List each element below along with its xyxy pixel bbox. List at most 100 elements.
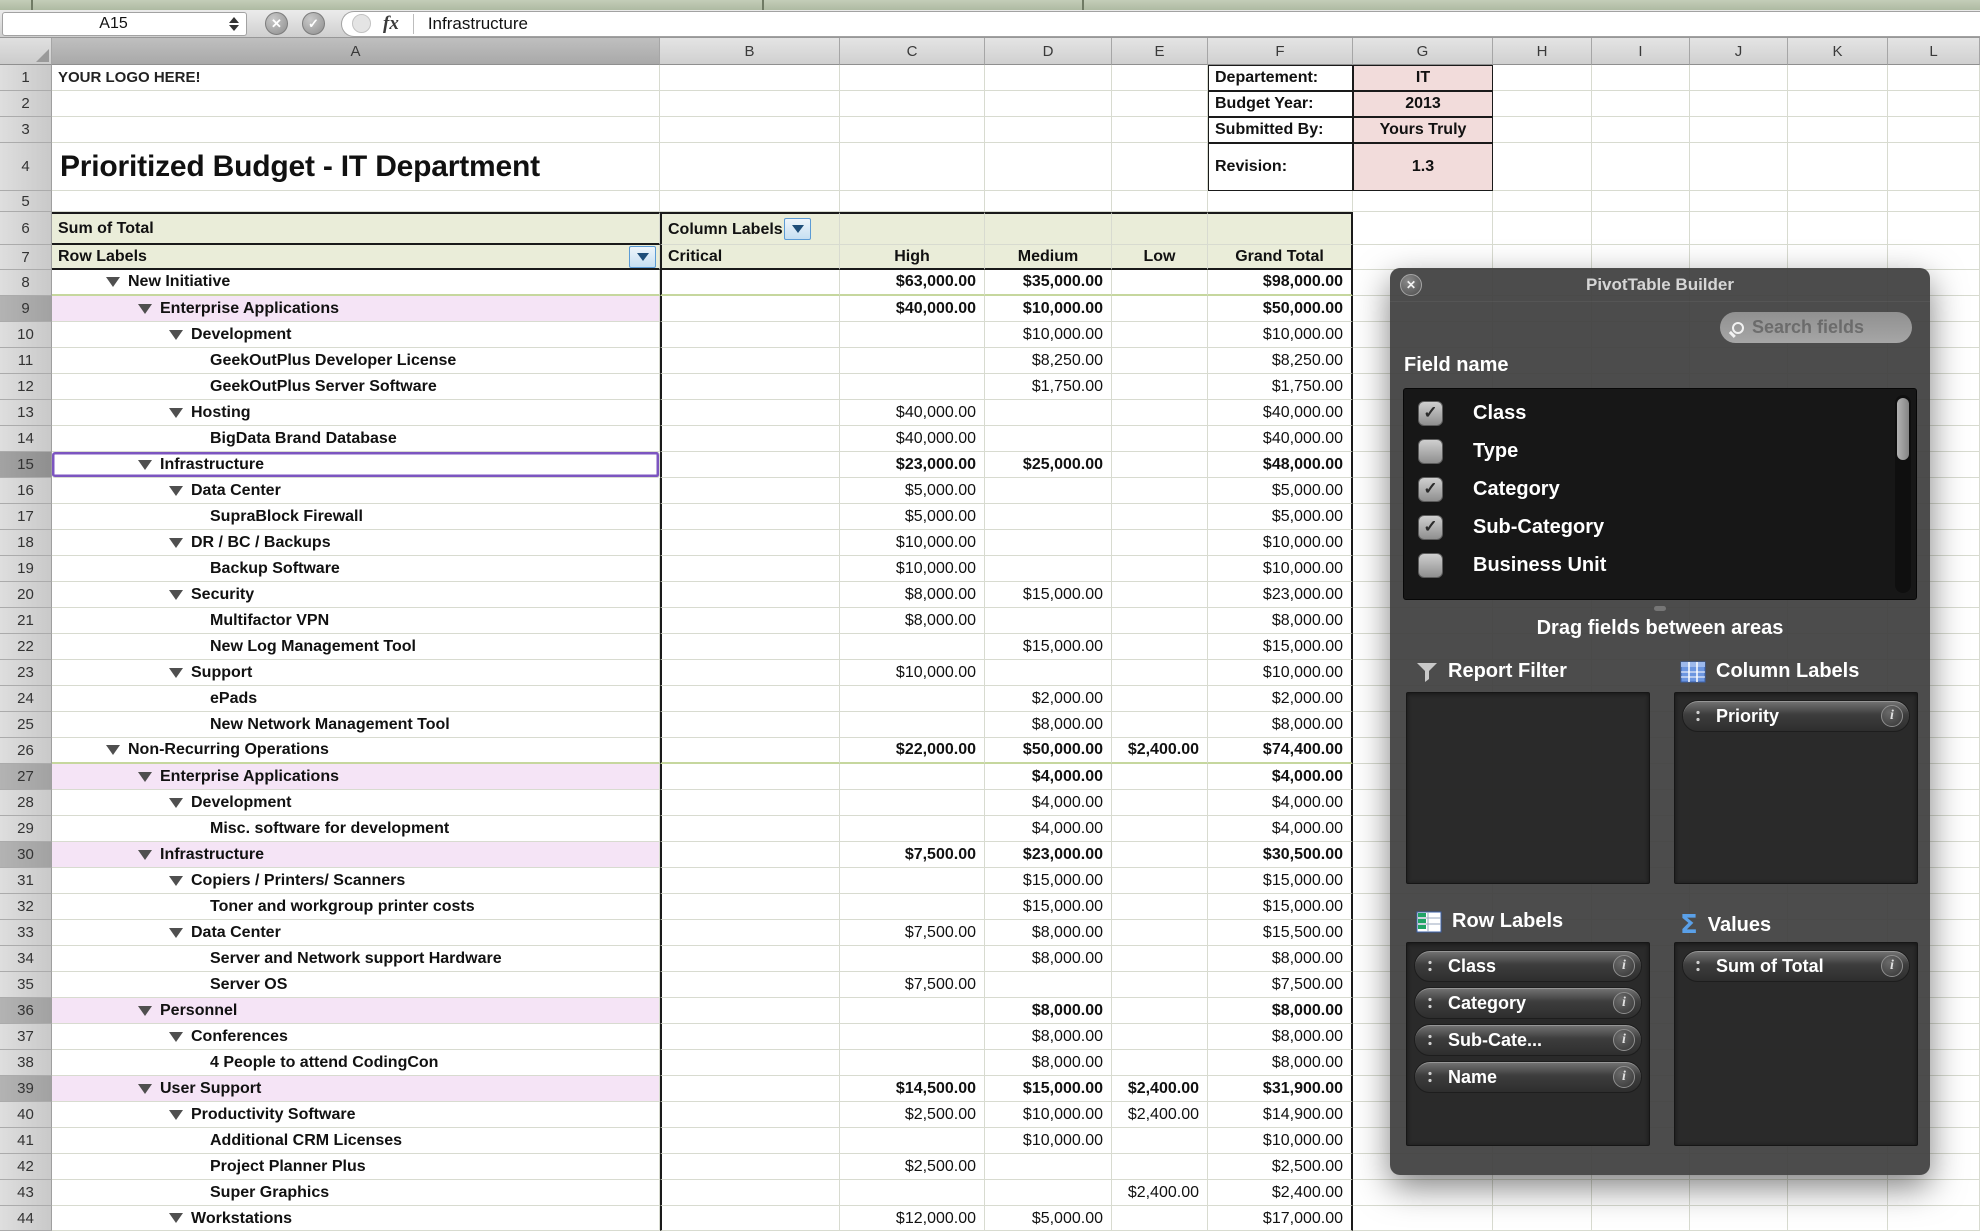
cell-L1[interactable] <box>1888 65 1980 91</box>
cell-B2[interactable] <box>660 91 840 117</box>
collapse-triangle-icon[interactable] <box>169 928 183 938</box>
value-total-30[interactable]: $30,500.00 <box>1208 842 1353 868</box>
value-low-40[interactable]: $2,400.00 <box>1112 1102 1208 1128</box>
row-header-30[interactable]: 30 <box>0 842 52 868</box>
cell-A42[interactable]: Project Planner Plus <box>52 1154 660 1180</box>
checkbox-checked-icon[interactable]: ✓ <box>1418 477 1443 502</box>
value-total-37[interactable]: $8,000.00 <box>1208 1024 1353 1050</box>
cell-A38[interactable]: 4 People to attend CodingCon <box>52 1050 660 1076</box>
value-low-20[interactable] <box>1112 582 1208 608</box>
value-low-25[interactable] <box>1112 712 1208 738</box>
info-icon[interactable]: i <box>1881 705 1903 727</box>
value-critical-19[interactable] <box>660 556 840 582</box>
value-medium-28[interactable]: $4,000.00 <box>985 790 1112 816</box>
pivot-col-header-high[interactable]: High <box>840 245 985 270</box>
value-high-17[interactable]: $5,000.00 <box>840 504 985 530</box>
value-critical-20[interactable] <box>660 582 840 608</box>
row-header-41[interactable]: 41 <box>0 1128 52 1154</box>
value-low-14[interactable] <box>1112 426 1208 452</box>
collapse-triangle-icon[interactable] <box>169 538 183 548</box>
meta-value-2[interactable]: 2013 <box>1353 91 1493 117</box>
row-header-22[interactable]: 22 <box>0 634 52 660</box>
checkbox-unchecked-icon[interactable] <box>1418 439 1443 464</box>
value-medium-40[interactable]: $10,000.00 <box>985 1102 1112 1128</box>
cell-A15[interactable]: Infrastructure <box>52 452 660 478</box>
row-header-25[interactable]: 25 <box>0 712 52 738</box>
value-high-30[interactable]: $7,500.00 <box>840 842 985 868</box>
cell-H43[interactable] <box>1493 1180 1592 1206</box>
value-total-11[interactable]: $8,250.00 <box>1208 348 1353 374</box>
cell-J4[interactable] <box>1690 143 1788 191</box>
cell-A12[interactable]: GeekOutPlus Server Software <box>52 374 660 400</box>
pill-name[interactable]: Namei <box>1414 1061 1642 1093</box>
cell-H3[interactable] <box>1493 117 1592 143</box>
cell-J2[interactable] <box>1690 91 1788 117</box>
value-medium-12[interactable]: $1,750.00 <box>985 374 1112 400</box>
value-low-10[interactable] <box>1112 322 1208 348</box>
collapse-triangle-icon[interactable] <box>106 277 120 287</box>
value-critical-12[interactable] <box>660 374 840 400</box>
row-header-36[interactable]: 36 <box>0 998 52 1024</box>
value-critical-36[interactable] <box>660 998 840 1024</box>
cell-A43[interactable]: Super Graphics <box>52 1180 660 1206</box>
value-high-31[interactable] <box>840 868 985 894</box>
value-low-38[interactable] <box>1112 1050 1208 1076</box>
value-medium-24[interactable]: $2,000.00 <box>985 686 1112 712</box>
value-total-22[interactable]: $15,000.00 <box>1208 634 1353 660</box>
value-low-27[interactable] <box>1112 764 1208 790</box>
value-high-19[interactable]: $10,000.00 <box>840 556 985 582</box>
value-medium-42[interactable] <box>985 1154 1112 1180</box>
cell-A5[interactable] <box>52 191 660 212</box>
cell-J3[interactable] <box>1690 117 1788 143</box>
cell-A19[interactable]: Backup Software <box>52 556 660 582</box>
value-high-36[interactable] <box>840 998 985 1024</box>
value-medium-29[interactable]: $4,000.00 <box>985 816 1112 842</box>
row-header-2[interactable]: 2 <box>0 91 52 117</box>
value-total-44[interactable]: $17,000.00 <box>1208 1206 1353 1231</box>
value-high-42[interactable]: $2,500.00 <box>840 1154 985 1180</box>
cell-L5[interactable] <box>1888 191 1980 212</box>
cell-J1[interactable] <box>1690 65 1788 91</box>
cell-A21[interactable]: Multifactor VPN <box>52 608 660 634</box>
row-header-19[interactable]: 19 <box>0 556 52 582</box>
row-header-11[interactable]: 11 <box>0 348 52 374</box>
value-high-25[interactable] <box>840 712 985 738</box>
value-critical-37[interactable] <box>660 1024 840 1050</box>
row-header-39[interactable]: 39 <box>0 1076 52 1102</box>
row-header-43[interactable]: 43 <box>0 1180 52 1206</box>
value-high-23[interactable]: $10,000.00 <box>840 660 985 686</box>
value-total-8[interactable]: $98,000.00 <box>1208 270 1353 296</box>
col-header-K[interactable]: K <box>1788 38 1888 65</box>
value-high-43[interactable] <box>840 1180 985 1206</box>
cell-G5[interactable] <box>1353 191 1493 212</box>
value-medium-19[interactable] <box>985 556 1112 582</box>
row-header-4[interactable]: 4 <box>0 143 52 191</box>
cell-L44[interactable] <box>1888 1206 1980 1231</box>
value-medium-27[interactable]: $4,000.00 <box>985 764 1112 790</box>
value-total-24[interactable]: $2,000.00 <box>1208 686 1353 712</box>
cell-L6[interactable] <box>1888 212 1980 245</box>
info-icon[interactable]: i <box>1881 955 1903 977</box>
info-icon[interactable]: i <box>1613 1066 1635 1088</box>
collapse-triangle-icon[interactable] <box>138 850 152 860</box>
builder-titlebar[interactable]: ✕ PivotTable Builder <box>1390 268 1930 302</box>
value-low-13[interactable] <box>1112 400 1208 426</box>
close-icon[interactable]: ✕ <box>1400 274 1422 296</box>
value-high-20[interactable]: $8,000.00 <box>840 582 985 608</box>
cell-H6[interactable] <box>1493 212 1592 245</box>
row-header-10[interactable]: 10 <box>0 322 52 348</box>
pivot-col-header-critical[interactable]: Critical <box>660 245 840 270</box>
cell-B3[interactable] <box>660 117 840 143</box>
cell-E6[interactable] <box>1112 212 1208 245</box>
cell-D4[interactable] <box>985 143 1112 191</box>
cell-H1[interactable] <box>1493 65 1592 91</box>
cell-E2[interactable] <box>1112 91 1208 117</box>
cell-K2[interactable] <box>1788 91 1888 117</box>
field-row-category[interactable]: ✓Category <box>1418 470 1916 508</box>
value-total-43[interactable]: $2,400.00 <box>1208 1180 1353 1206</box>
cell-K44[interactable] <box>1788 1206 1888 1231</box>
cell-H5[interactable] <box>1493 191 1592 212</box>
value-total-33[interactable]: $15,500.00 <box>1208 920 1353 946</box>
value-critical-39[interactable] <box>660 1076 840 1102</box>
value-medium-10[interactable]: $10,000.00 <box>985 322 1112 348</box>
